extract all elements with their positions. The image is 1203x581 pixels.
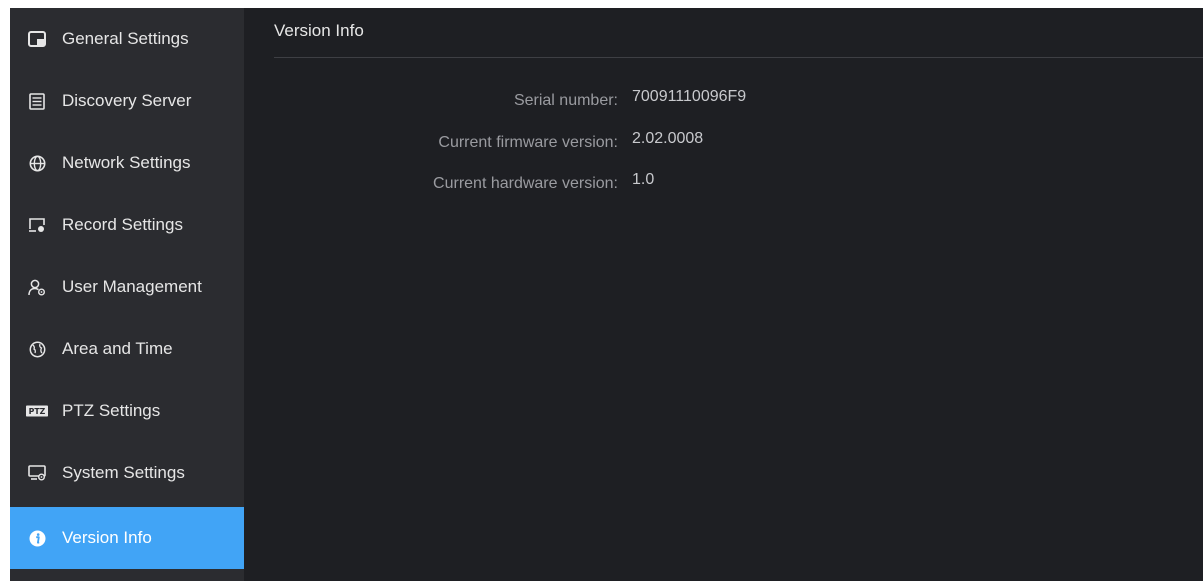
info-icon: [26, 527, 48, 549]
hardware-version-value: 1.0: [632, 171, 655, 188]
sidebar-item-label: System Settings: [62, 463, 185, 482]
sidebar-item-record-settings[interactable]: Record Settings: [10, 194, 244, 256]
sidebar-item-label: Network Settings: [62, 153, 191, 172]
sidebar-item-label: General Settings: [62, 29, 189, 48]
discovery-server-icon: [26, 90, 48, 112]
globe-icon: [26, 152, 48, 174]
sidebar-item-version-info[interactable]: Version Info: [10, 507, 244, 569]
sidebar: General Settings Discovery Server Networ…: [10, 8, 244, 581]
user-management-icon: [26, 276, 48, 298]
sidebar-item-general-settings[interactable]: General Settings: [10, 8, 244, 70]
sidebar-item-label: Record Settings: [62, 215, 183, 234]
hardware-version-label: Current hardware version:: [433, 175, 618, 192]
svg-text:PTZ: PTZ: [29, 407, 46, 416]
sidebar-item-system-settings[interactable]: System Settings: [10, 442, 244, 504]
sidebar-item-label: Area and Time: [62, 339, 173, 358]
page-title: Version Info: [274, 21, 364, 40]
sidebar-item-discovery-server[interactable]: Discovery Server: [10, 70, 244, 132]
system-settings-icon: [26, 462, 48, 484]
record-settings-icon: [26, 214, 48, 236]
serial-number-row: Serial number: 70091110096F9: [258, 88, 958, 116]
ptz-icon: PTZ: [26, 400, 48, 422]
firmware-version-value: 2.02.0008: [632, 130, 704, 147]
area-time-icon: [26, 338, 48, 360]
sidebar-item-label: Discovery Server: [62, 91, 192, 110]
sidebar-item-label: Version Info: [62, 528, 152, 547]
sidebar-item-area-and-time[interactable]: Area and Time: [10, 318, 244, 380]
firmware-version-label: Current firmware version:: [438, 134, 618, 151]
serial-number-label: Serial number:: [513, 92, 618, 109]
settings-window: General Settings Discovery Server Networ…: [10, 8, 1203, 581]
sidebar-item-label: User Management: [62, 277, 202, 296]
sidebar-item-label: PTZ Settings: [62, 401, 161, 420]
general-settings-icon: [26, 28, 48, 50]
sidebar-item-ptz-settings[interactable]: PTZ PTZ Settings: [10, 380, 244, 442]
hardware-version-row: Current hardware version: 1.0: [258, 171, 958, 199]
sidebar-item-network-settings[interactable]: Network Settings: [10, 132, 244, 194]
firmware-version-row: Current firmware version: 2.02.0008: [258, 130, 958, 158]
title-divider: [274, 57, 1203, 58]
serial-number-value: 70091110096F9: [632, 88, 747, 105]
main-content: Version Info Serial number: 70091110096F…: [258, 8, 1203, 581]
sidebar-gutter: [244, 8, 258, 581]
sidebar-item-user-management[interactable]: User Management: [10, 256, 244, 318]
